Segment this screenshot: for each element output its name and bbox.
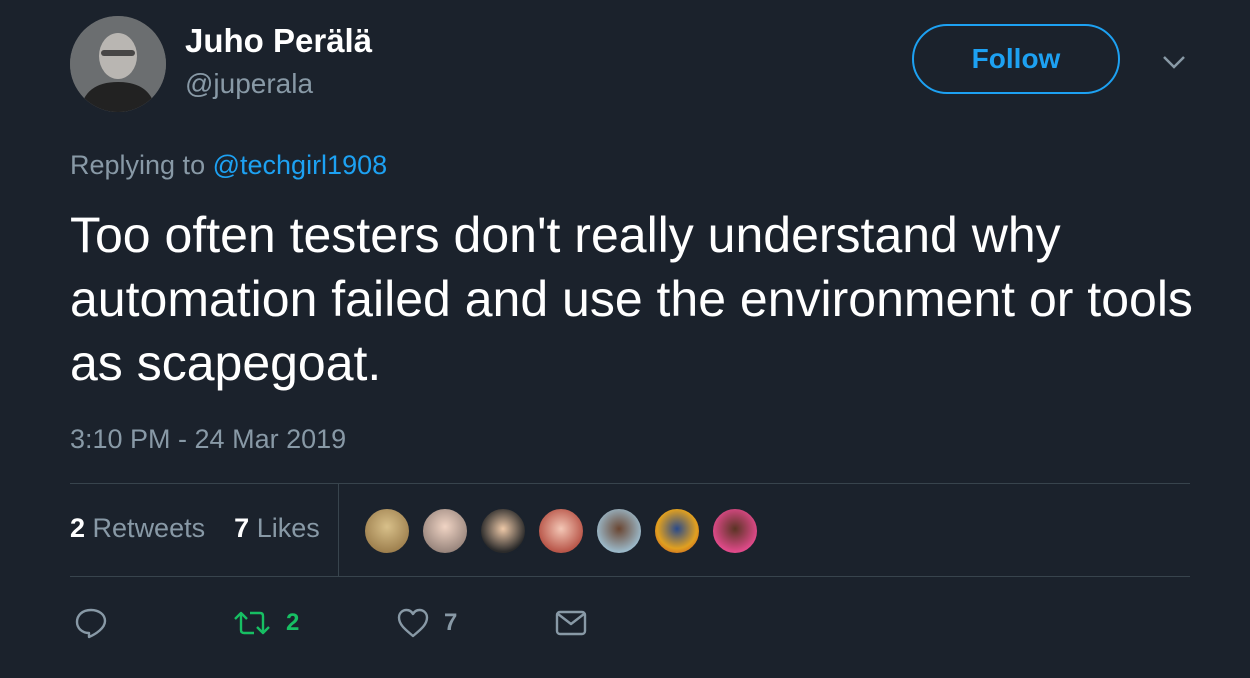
retweet-icon — [234, 611, 270, 635]
reply-button[interactable] — [74, 606, 108, 640]
liker-avatar-2[interactable] — [421, 507, 469, 555]
liker-avatar-4[interactable] — [537, 507, 585, 555]
retweet-count: 2 — [286, 609, 300, 636]
heart-icon — [397, 608, 429, 638]
chevron-down-icon[interactable] — [1160, 52, 1188, 72]
liker-avatar-3[interactable] — [479, 507, 527, 555]
tweet-text: Too often testers don't really understan… — [70, 207, 1193, 391]
liker-avatar-6[interactable] — [653, 507, 701, 555]
avatar-photo — [70, 16, 166, 112]
tweet-timestamp[interactable]: 3:10 PM - 24 Mar 2019 — [70, 424, 346, 455]
like-count: 7 — [444, 609, 458, 636]
likes-stat[interactable]: 7 Likes — [234, 513, 320, 543]
stats-vertical-divider — [338, 484, 339, 576]
author-avatar[interactable] — [70, 16, 166, 112]
author-name[interactable]: Juho Perälä — [185, 22, 372, 60]
divider-top — [70, 483, 1190, 484]
liker-avatar-1[interactable] — [363, 507, 411, 555]
direct-message-button[interactable] — [554, 606, 588, 640]
retweet-button[interactable]: 2 — [232, 606, 299, 640]
retweets-stat[interactable]: 2 Retweets — [70, 513, 205, 543]
reply-icon — [75, 608, 107, 639]
reply-mention-link[interactable]: @techgirl1908 — [213, 150, 388, 180]
divider-bottom — [70, 576, 1190, 577]
liker-avatar-7[interactable] — [711, 507, 759, 555]
follow-button[interactable]: Follow — [912, 24, 1120, 94]
replying-to-label: Replying to — [70, 150, 206, 180]
replying-to: Replying to @techgirl1908 — [70, 150, 387, 181]
liker-avatar-5[interactable] — [595, 507, 643, 555]
message-icon — [555, 610, 587, 636]
author-handle[interactable]: @juperala — [185, 68, 313, 100]
tweet-stats: 2 Retweets 7 Likes — [70, 513, 320, 544]
like-button[interactable]: 7 — [396, 606, 457, 640]
